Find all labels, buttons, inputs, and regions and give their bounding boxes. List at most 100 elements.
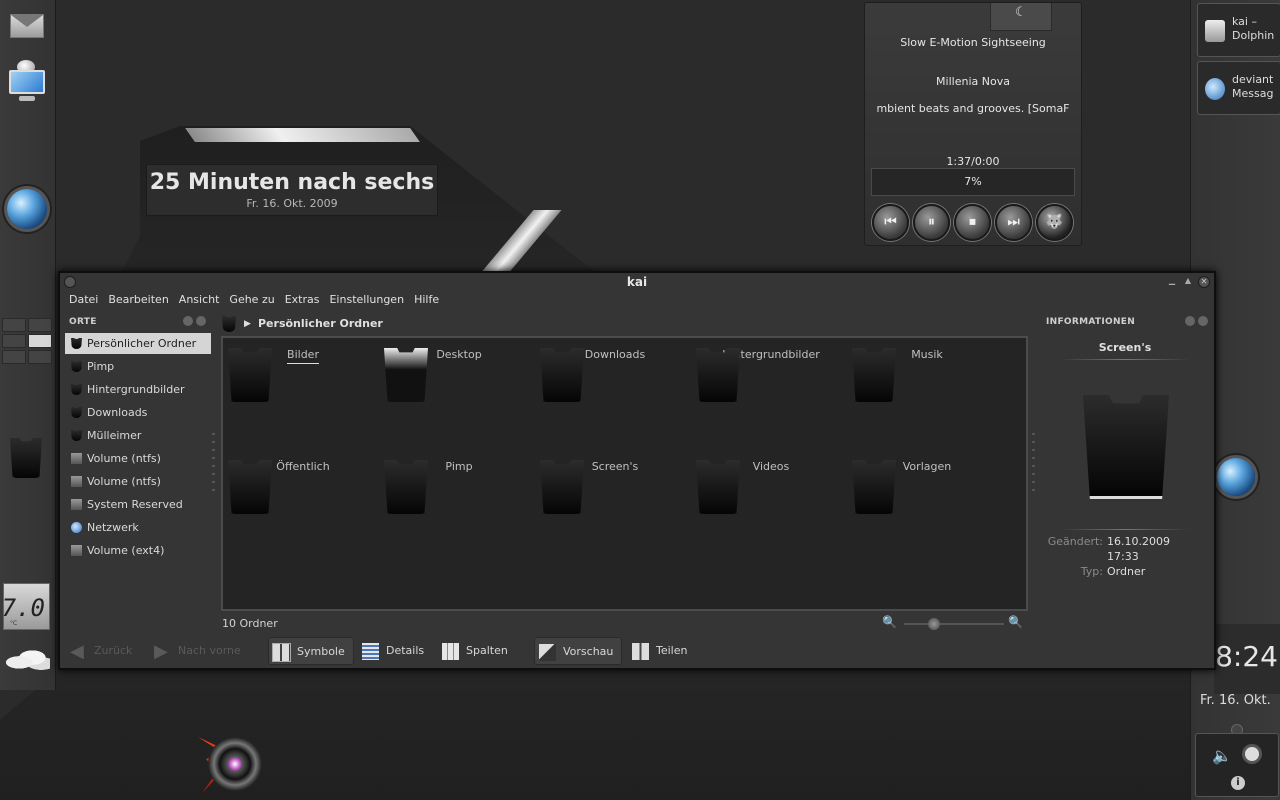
desktop-folder-icon bbox=[384, 348, 428, 402]
track-progress[interactable]: 7% bbox=[871, 168, 1075, 196]
details-view-button[interactable]: Details bbox=[358, 637, 424, 665]
main-toolbar: ◀ Zurück ▶ Nach vorne Symbole Details Sp… bbox=[66, 637, 706, 665]
place-volume-ext4[interactable]: Volume (ext4) bbox=[65, 540, 211, 561]
place-netzwerk[interactable]: Netzwerk bbox=[65, 517, 211, 538]
amarok-icon[interactable]: 🐺 bbox=[1036, 204, 1073, 241]
icons-view-button[interactable]: Symbole bbox=[268, 637, 354, 665]
zoom-slider-handle[interactable] bbox=[928, 618, 940, 630]
preview-label: Vorschau bbox=[563, 645, 614, 658]
forward-button[interactable]: ▶ Nach vorne bbox=[150, 637, 241, 665]
file-item[interactable]: Öffentlich bbox=[228, 460, 378, 514]
task-label-line1: kai – bbox=[1232, 15, 1257, 28]
network-icon bbox=[71, 522, 82, 533]
stop-button[interactable]: ⏹ bbox=[954, 204, 991, 241]
maximize-button[interactable]: ▲ bbox=[1182, 276, 1194, 288]
zoom-in-icon[interactable]: 🔍 bbox=[1008, 615, 1023, 629]
next-button[interactable]: ⏭ bbox=[995, 204, 1032, 241]
minimize-button[interactable]: ▁ bbox=[1166, 276, 1178, 288]
mail-icon[interactable] bbox=[10, 14, 44, 38]
arrow-left-icon: ◀ bbox=[70, 641, 84, 662]
columns-view-button[interactable]: Spalten bbox=[438, 637, 508, 665]
pager-desktop-6[interactable] bbox=[28, 350, 52, 364]
window-menu-button[interactable] bbox=[64, 276, 76, 288]
modified-label: Geändert: bbox=[1047, 535, 1103, 548]
webcam-icon[interactable] bbox=[198, 733, 264, 799]
file-item[interactable]: Vorlagen bbox=[852, 460, 1002, 514]
pager-desktop-5[interactable] bbox=[2, 350, 26, 364]
place-downloads[interactable]: Downloads bbox=[65, 402, 211, 423]
place-hintergrundbilder[interactable]: Hintergrundbilder bbox=[65, 379, 211, 400]
pause-button[interactable]: ⏸ bbox=[913, 204, 950, 241]
zoom-slider[interactable]: 🔍 🔍 bbox=[880, 615, 1030, 633]
folder-icon bbox=[696, 460, 740, 514]
menu-datei[interactable]: Datei bbox=[64, 293, 103, 311]
back-button[interactable]: ◀ Zurück bbox=[66, 637, 132, 665]
split-view-label: Teilen bbox=[656, 644, 688, 657]
detach-icon[interactable] bbox=[1185, 316, 1195, 326]
file-item[interactable]: Videos bbox=[696, 460, 846, 514]
breadcrumb[interactable]: ▶ Persönlicher Ordner bbox=[222, 313, 383, 335]
task-messenger[interactable]: deviant Messag bbox=[1197, 61, 1280, 115]
place-volume-ntfs-2[interactable]: Volume (ntfs) bbox=[65, 471, 211, 492]
file-item[interactable]: Hintergrundbilder bbox=[696, 348, 846, 402]
media-player-widget: ☾ Slow E-Motion Sightseeing Millenia Nov… bbox=[864, 2, 1082, 246]
arrow-right-icon: ▶ bbox=[154, 641, 168, 662]
moon-icon: ☾ bbox=[1015, 5, 1027, 20]
splitter-handle[interactable] bbox=[212, 433, 215, 493]
dolphin-window: kai ▁ ▲ ✕ Datei Bearbeiten Ansicht Gehe … bbox=[58, 271, 1216, 670]
pager-desktop-2[interactable] bbox=[28, 318, 52, 332]
progress-text: 7% bbox=[964, 175, 982, 188]
place-trash[interactable]: Mülleimer bbox=[65, 425, 211, 446]
device-notifier-icon[interactable] bbox=[7, 60, 47, 104]
file-item[interactable]: Desktop bbox=[384, 348, 534, 402]
menu-ansicht[interactable]: Ansicht bbox=[174, 293, 225, 311]
window-titlebar[interactable]: kai ▁ ▲ ✕ bbox=[60, 273, 1214, 293]
wallpaper-stripe bbox=[185, 128, 420, 142]
place-pimp[interactable]: Pimp bbox=[65, 356, 211, 377]
task-label-line2: Dolphin bbox=[1232, 29, 1275, 42]
menu-extras[interactable]: Extras bbox=[280, 293, 325, 311]
folder-icon bbox=[696, 348, 740, 402]
fuzzy-date: Fr. 16. Okt. 2009 bbox=[246, 197, 338, 210]
panel-close-icon[interactable] bbox=[196, 316, 206, 326]
place-system-reserved[interactable]: System Reserved bbox=[65, 494, 211, 515]
task-label-line1: deviant bbox=[1232, 73, 1274, 86]
breadcrumb-current: Persönlicher Ordner bbox=[258, 317, 383, 330]
menu-hilfe[interactable]: Hilfe bbox=[409, 293, 444, 311]
task-dolphin[interactable]: kai – Dolphin bbox=[1197, 3, 1280, 57]
place-home[interactable]: Persönlicher Ordner bbox=[65, 333, 211, 354]
splitter-handle[interactable] bbox=[1032, 433, 1035, 493]
file-item[interactable]: Bilder bbox=[228, 348, 378, 402]
file-item[interactable]: Screen's bbox=[540, 460, 690, 514]
chevron-right-icon[interactable]: ▶ bbox=[244, 313, 251, 335]
preview-button[interactable]: Vorschau bbox=[534, 637, 622, 665]
network-manager-icon[interactable] bbox=[1242, 744, 1262, 764]
information-header: INFORMATIONEN bbox=[1046, 317, 1136, 327]
pager-desktop-3[interactable] bbox=[2, 334, 26, 348]
globe-icon[interactable] bbox=[7, 189, 47, 229]
split-view-button[interactable]: Teilen bbox=[628, 637, 687, 665]
place-volume-ntfs-1[interactable]: Volume (ntfs) bbox=[65, 448, 211, 469]
detach-icon[interactable] bbox=[183, 316, 193, 326]
close-button[interactable]: ✕ bbox=[1198, 276, 1210, 288]
clock-date: Fr. 16. Okt. bbox=[1200, 693, 1271, 708]
volume-icon[interactable]: 🔈 bbox=[1212, 746, 1232, 765]
info-icon[interactable]: i bbox=[1231, 776, 1245, 790]
file-item[interactable]: Pimp bbox=[384, 460, 534, 514]
menu-bearbeiten[interactable]: Bearbeiten bbox=[103, 293, 173, 311]
trash-icon[interactable] bbox=[10, 438, 42, 478]
menu-einstellungen[interactable]: Einstellungen bbox=[324, 293, 409, 311]
file-item[interactable]: Downloads bbox=[540, 348, 690, 402]
menu-gehe-zu[interactable]: Gehe zu bbox=[224, 293, 279, 311]
weather-cloud-icon bbox=[6, 648, 50, 672]
previous-button[interactable]: ⏮ bbox=[872, 204, 909, 241]
file-view[interactable]: Bilder Desktop Downloads Hintergrundbild… bbox=[221, 336, 1028, 611]
zoom-out-icon[interactable]: 🔍 bbox=[882, 615, 897, 629]
pager-desktop-1[interactable] bbox=[2, 318, 26, 332]
file-label: Vorlagen bbox=[902, 460, 952, 473]
globe-icon[interactable] bbox=[1217, 458, 1255, 496]
pager-desktop-4[interactable] bbox=[28, 334, 52, 348]
file-item[interactable]: Musik bbox=[852, 348, 1002, 402]
panel-close-icon[interactable] bbox=[1198, 316, 1208, 326]
player-tab[interactable]: ☾ bbox=[990, 3, 1052, 31]
